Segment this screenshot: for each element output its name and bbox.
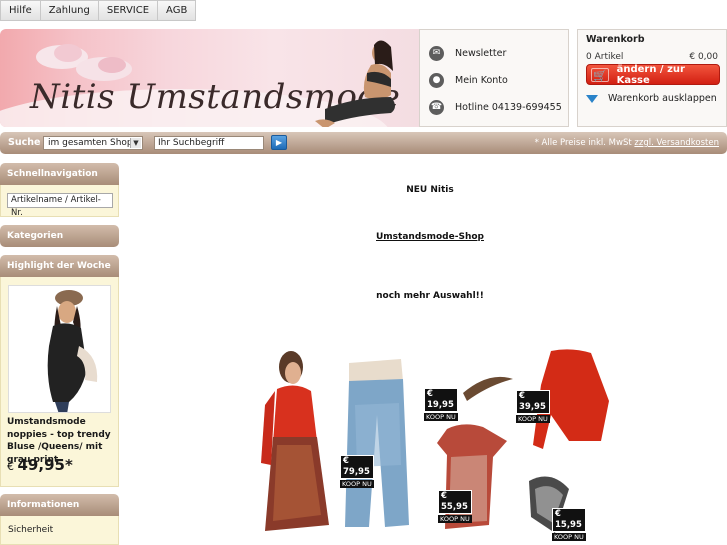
price-tag-value: € 19,95	[424, 388, 458, 412]
price-tag-value: € 79,95	[340, 455, 374, 479]
price-tag-value: € 55,95	[438, 490, 472, 514]
promo-collage[interactable]: € 79,95 KOOP NU € 19,95 KOOP NU € 39,95 …	[251, 345, 625, 545]
buy-now-label: KOOP NU	[516, 415, 550, 423]
price-tag-value: € 39,95	[516, 390, 550, 414]
checkout-label: ändern / zur Kasse	[616, 63, 685, 86]
top-navigation: Hilfe Zahlung SERVICE AGB	[0, 0, 197, 22]
account-link[interactable]: ● Mein Konto	[429, 71, 508, 89]
search-scope-select[interactable]: im gesamten Shop ▼	[43, 136, 143, 150]
price-tag-wrap-top[interactable]: € 39,95 KOOP NU	[516, 390, 550, 423]
buy-now-label: KOOP NU	[340, 480, 374, 488]
pregnant-model-image	[315, 40, 395, 127]
price-currency: €	[7, 460, 14, 473]
checkout-button[interactable]: 🛒 ändern / zur Kasse	[586, 63, 720, 86]
search-input[interactable]: Ihr Suchbegriff	[154, 136, 264, 150]
article-search-input[interactable]: Artikelname / Artikel-Nr.	[7, 193, 113, 218]
tab-zahlung[interactable]: Zahlung	[40, 0, 99, 21]
header-links: ✉ Newsletter ● Mein Konto ☎ Hotline 0413…	[419, 29, 569, 127]
cart-total: € 0,00	[689, 52, 718, 62]
price-tag-belt[interactable]: € 19,95 KOOP NU	[424, 388, 458, 421]
model-photo	[9, 286, 110, 412]
buy-now-label: KOOP NU	[424, 413, 458, 421]
phone-icon: ☎	[429, 99, 444, 115]
chevron-down-icon	[586, 94, 598, 103]
highlight-header: Highlight der Woche	[0, 255, 119, 277]
account-label: Mein Konto	[455, 74, 508, 86]
price-asterisk: *	[64, 456, 73, 474]
dropdown-arrow-icon: ▼	[130, 138, 141, 148]
cart-icon: 🛒	[591, 67, 609, 82]
search-bar: Suche im gesamten Shop ▼ Ihr Suchbegriff…	[0, 132, 727, 154]
tab-service[interactable]: SERVICE	[98, 0, 159, 21]
highlight-product-image[interactable]	[8, 285, 111, 413]
price-note: * Alle Preise inkl. MwSt zzgl. Versandko…	[535, 138, 719, 148]
highlight-product-price: € 49,95*	[7, 456, 73, 474]
shop-link[interactable]: Umstandsmode-Shop	[0, 232, 727, 242]
user-icon: ●	[429, 72, 444, 88]
quicknav-title: Schnellnavigation	[7, 169, 98, 179]
info-body: Sicherheit	[0, 516, 119, 545]
newsletter-label: Newsletter	[455, 47, 507, 59]
highlight-title: Highlight der Woche	[7, 261, 111, 271]
envelope-icon: ✉	[429, 45, 444, 61]
security-link[interactable]: Sicherheit	[8, 525, 53, 535]
price-tag-value: € 15,95	[552, 508, 586, 532]
highlight-body: Umstandsmode noppies - top trendy Bluse …	[0, 277, 119, 487]
buy-now-label: KOOP NU	[438, 515, 472, 523]
price-tag-scarf[interactable]: € 15,95 KOOP NU	[552, 508, 586, 541]
more-choice-text: noch mehr Auswahl!!	[376, 291, 484, 301]
tab-agb[interactable]: AGB	[158, 0, 197, 21]
price-tag-dress[interactable]: € 55,95 KOOP NU	[438, 490, 472, 523]
cart-expand-toggle[interactable]: Warenkorb ausklappen	[586, 93, 717, 104]
info-header: Informationen	[0, 494, 119, 516]
buy-now-label: KOOP NU	[552, 533, 586, 541]
tab-hilfe[interactable]: Hilfe	[0, 0, 41, 21]
shipping-costs-link[interactable]: zzgl. Versandkosten	[634, 138, 719, 148]
cart-expand-label: Warenkorb ausklappen	[608, 93, 717, 104]
headline-new: NEU Nitis	[406, 185, 454, 195]
price-value: 49,95	[17, 456, 65, 474]
price-tag-jeans[interactable]: € 79,95 KOOP NU	[340, 455, 374, 488]
quicknav-header: Schnellnavigation	[0, 163, 119, 185]
cart-title: Warenkorb	[586, 34, 645, 45]
newsletter-link[interactable]: ✉ Newsletter	[429, 44, 506, 62]
search-submit-button[interactable]: ▶	[271, 135, 287, 150]
hotline-label: Hotline 04139-699455	[455, 101, 562, 113]
search-label: Suche	[8, 137, 41, 148]
search-scope-value: im gesamten Shop	[48, 138, 133, 148]
header-banner[interactable]: Nitis Umstandsmode	[0, 29, 419, 127]
info-title: Informationen	[7, 500, 80, 510]
cart-item-count: 0 Artikel	[586, 52, 624, 62]
vat-note: * Alle Preise inkl. MwSt	[534, 138, 632, 148]
hotline-link[interactable]: ☎ Hotline 04139-699455	[429, 98, 562, 116]
shopping-cart-box: Warenkorb 0 Artikel € 0,00 🛒 ändern / zu…	[577, 29, 727, 127]
